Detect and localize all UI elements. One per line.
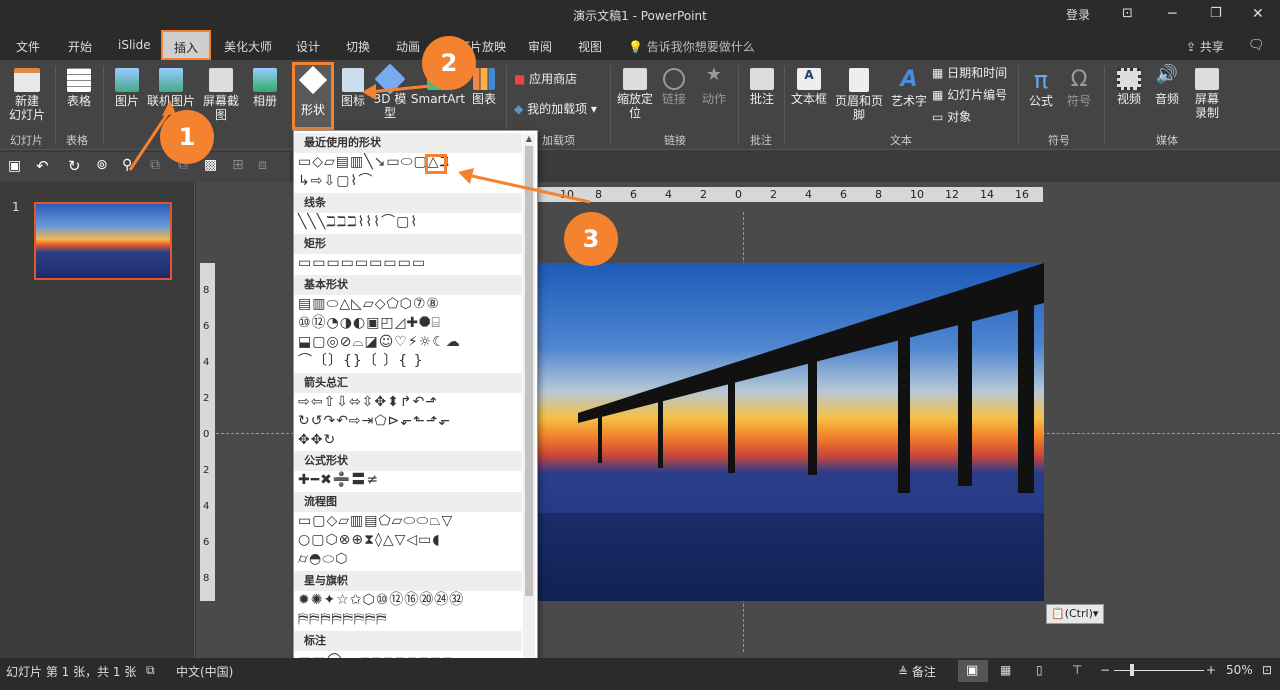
slide-sorter-icon[interactable]: ▦ — [1000, 663, 1011, 677]
annotation-arrows — [128, 84, 591, 204]
zoom-out-icon[interactable]: − — [1100, 663, 1110, 677]
annotation-badge-3: 3 — [564, 212, 618, 266]
annotation-badge-1: 1 — [160, 110, 214, 164]
arrow-2 — [369, 84, 431, 94]
normal-view-icon: ▣ — [966, 663, 979, 678]
notes-icon: ≜ — [898, 665, 909, 679]
zoom-slider-thumb[interactable] — [1130, 664, 1134, 676]
notes-button[interactable]: ≜ 备注 — [898, 663, 936, 680]
zoom-level[interactable]: 50% — [1226, 663, 1253, 677]
fit-slide-icon[interactable]: ⊡ — [1262, 663, 1272, 677]
arrow-3 — [471, 174, 591, 204]
status-bar: 幻灯片 第 1 张，共 1 张 ⧉ 中文(中国) ≜ 备注 ▣ ▦ ▯ ⊤ − … — [0, 658, 1280, 690]
normal-view-button[interactable]: ▣ — [958, 660, 988, 682]
zoom-in-icon[interactable]: + — [1206, 663, 1216, 677]
notes-label: 备注 — [911, 665, 936, 679]
slide-count: 幻灯片 第 1 张，共 1 张 — [6, 665, 137, 679]
slideshow-icon[interactable]: ⊤ — [1072, 663, 1082, 677]
zoom-slider[interactable] — [1114, 670, 1204, 671]
reading-view-icon[interactable]: ▯ — [1036, 663, 1043, 677]
arrowhead-3 — [458, 168, 474, 184]
language-indicator[interactable]: 中文(中国) — [176, 663, 233, 680]
spellcheck-icon[interactable]: ⧉ — [146, 663, 155, 678]
arrowhead-2 — [362, 84, 376, 100]
annotation-badge-2: 2 — [422, 36, 476, 90]
